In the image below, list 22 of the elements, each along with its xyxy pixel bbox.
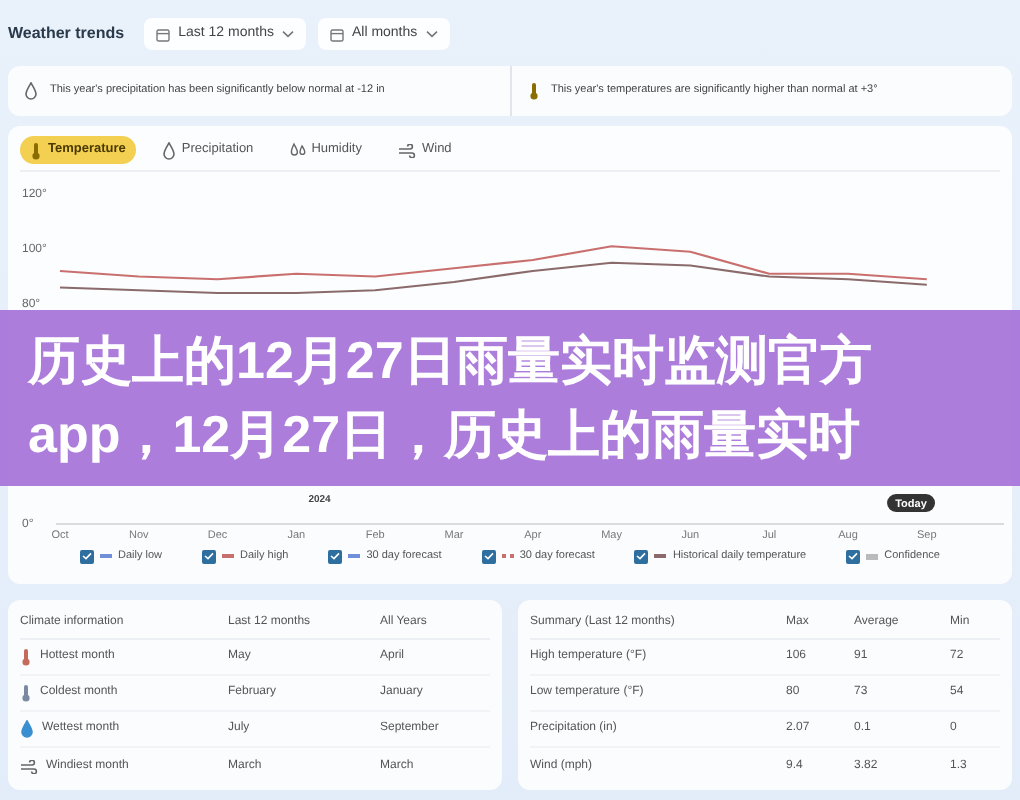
wind-icon bbox=[397, 143, 416, 157]
legend-checkbox[interactable] bbox=[634, 549, 649, 564]
thermometer-icon bbox=[20, 684, 32, 702]
thermometer-icon bbox=[527, 82, 539, 100]
droplet-icon bbox=[24, 82, 38, 100]
legend-checkbox[interactable] bbox=[202, 549, 217, 564]
legend-checkbox[interactable] bbox=[328, 549, 343, 564]
chevron-down-icon bbox=[281, 30, 294, 38]
droplet-icon bbox=[161, 141, 176, 159]
humidity-icon bbox=[289, 142, 306, 158]
legend-checkbox[interactable] bbox=[80, 549, 94, 564]
calendar-icon bbox=[156, 27, 171, 41]
thermometer-icon bbox=[30, 141, 42, 159]
legend-checkbox[interactable] bbox=[846, 549, 861, 564]
legend-checkbox[interactable] bbox=[481, 549, 496, 564]
page-title: Weather trends bbox=[8, 22, 125, 46]
thermometer-icon bbox=[20, 648, 32, 666]
banner-title: 历史上的12月27日雨量实时监测官方 app，12月27日，历史上的雨量实时 bbox=[28, 328, 872, 468]
droplet-icon bbox=[20, 720, 34, 738]
chevron-down-icon bbox=[425, 30, 438, 38]
calendar-icon bbox=[329, 27, 344, 41]
wind-icon bbox=[20, 759, 38, 773]
